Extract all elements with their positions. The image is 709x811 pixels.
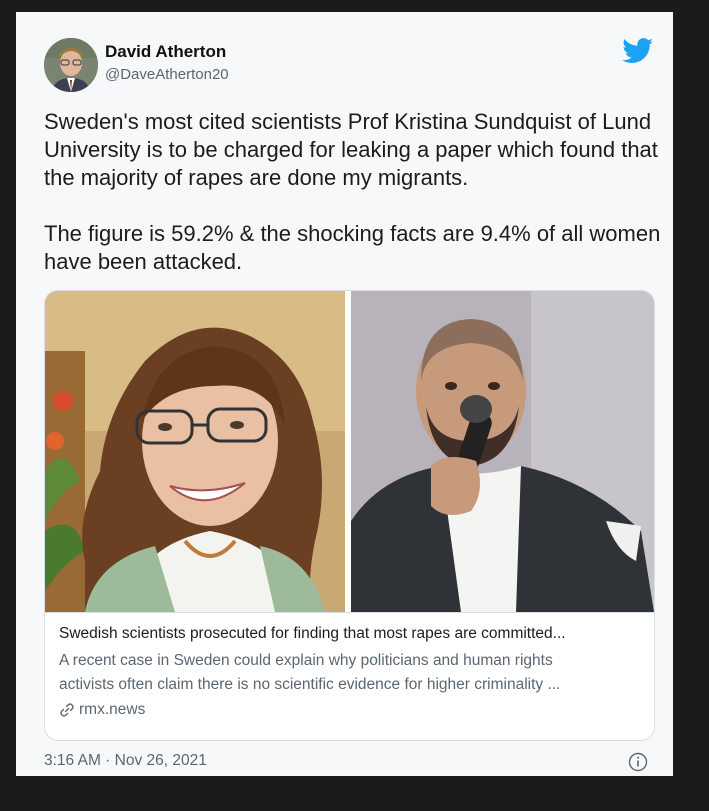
link-preview-card[interactable]: Swedish scientists prosecuted for findin… (44, 290, 655, 741)
tweet-paragraph: Sweden's most cited scientists Prof Kris… (44, 109, 658, 190)
link-preview-description: A recent case in Sweden could explain wh… (59, 649, 649, 697)
man-microphone-photo (351, 291, 654, 612)
tweet-text: Sweden's most cited scientists Prof Kris… (44, 108, 664, 276)
info-icon[interactable] (628, 752, 648, 772)
link-icon (60, 703, 74, 717)
link-preview-info[interactable]: Swedish scientists prosecuted for findin… (45, 612, 654, 740)
avatar[interactable] (44, 38, 98, 92)
link-preview-title[interactable]: Swedish scientists prosecuted for findin… (59, 625, 566, 643)
link-preview-description-line: A recent case in Sweden could explain wh… (59, 652, 553, 669)
link-preview-description-line: activists often claim there is no scient… (59, 676, 561, 693)
author-name[interactable]: David Atherton (105, 42, 226, 62)
link-preview-domain[interactable]: rmx.news (59, 701, 145, 719)
tweet-card: David Atherton @DaveAtherton20 Sweden's … (16, 12, 673, 776)
link-preview-images[interactable] (45, 291, 654, 612)
tweet-paragraph: The figure is 59.2% & the shocking facts… (44, 221, 661, 274)
woman-portrait-photo (45, 291, 345, 612)
author-handle[interactable]: @DaveAtherton20 (105, 66, 229, 83)
link-domain-text[interactable]: rmx.news (79, 701, 145, 719)
tweet-timestamp[interactable]: 3:16 AM · Nov 26, 2021 (44, 752, 207, 770)
twitter-bird-icon[interactable] (622, 38, 654, 64)
